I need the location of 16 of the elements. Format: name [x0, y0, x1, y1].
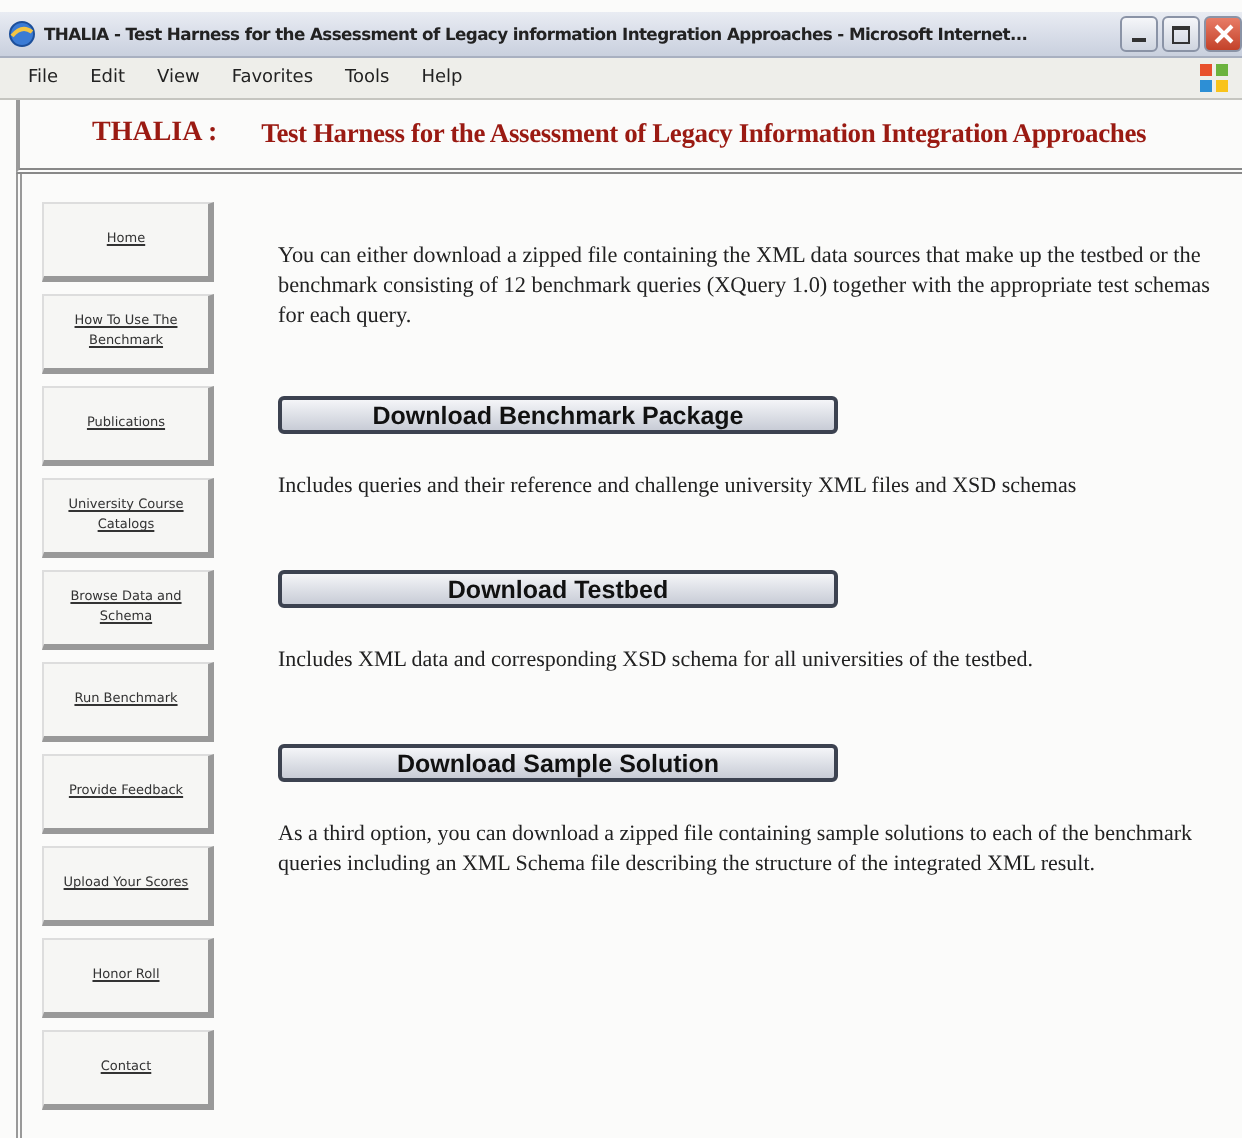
download-button[interactable]: Download Testbed	[278, 570, 838, 608]
intro-paragraph: You can either download a zipped file containing the XML data sources that make up the testbed or the benchmark consisting of 12 benchmark queries (XQuery 1.0) together with the appropriate test schemas for each query.	[278, 242, 1213, 332]
download-description: Includes XML data and corresponding XSD schema for all universities of the testbed.	[278, 646, 1035, 676]
download-description: Includes queries and their reference and challenge university XML files and XSD schemas	[278, 472, 1079, 502]
download-description: As a third option, you can download a zipped file containing sample solutions to each of the benchmark queries including an XML Schema file describing the structure of the integrated XML result.	[278, 820, 1194, 880]
window-title: THALIA - Test Harness for the Assessment of Legacy information Integration Approaches - Microsoft Internet...	[44, 24, 1030, 44]
site-name: THALIA :	[92, 118, 218, 150]
download-button[interactable]: Download Benchmark Package	[278, 396, 838, 434]
menu-item[interactable]: File	[28, 68, 59, 88]
site-title: Test Harness for the Assessment of Legacy Information Integration Approaches	[261, 118, 1147, 150]
menu-item[interactable]: Edit	[90, 68, 125, 88]
menu-item[interactable]: View	[157, 68, 200, 88]
menu-item[interactable]: Help	[421, 68, 463, 88]
menu-item[interactable]: Tools	[345, 68, 390, 88]
download-button[interactable]: Download Sample Solution	[278, 744, 838, 782]
menu-item[interactable]: Favorites	[231, 68, 314, 88]
